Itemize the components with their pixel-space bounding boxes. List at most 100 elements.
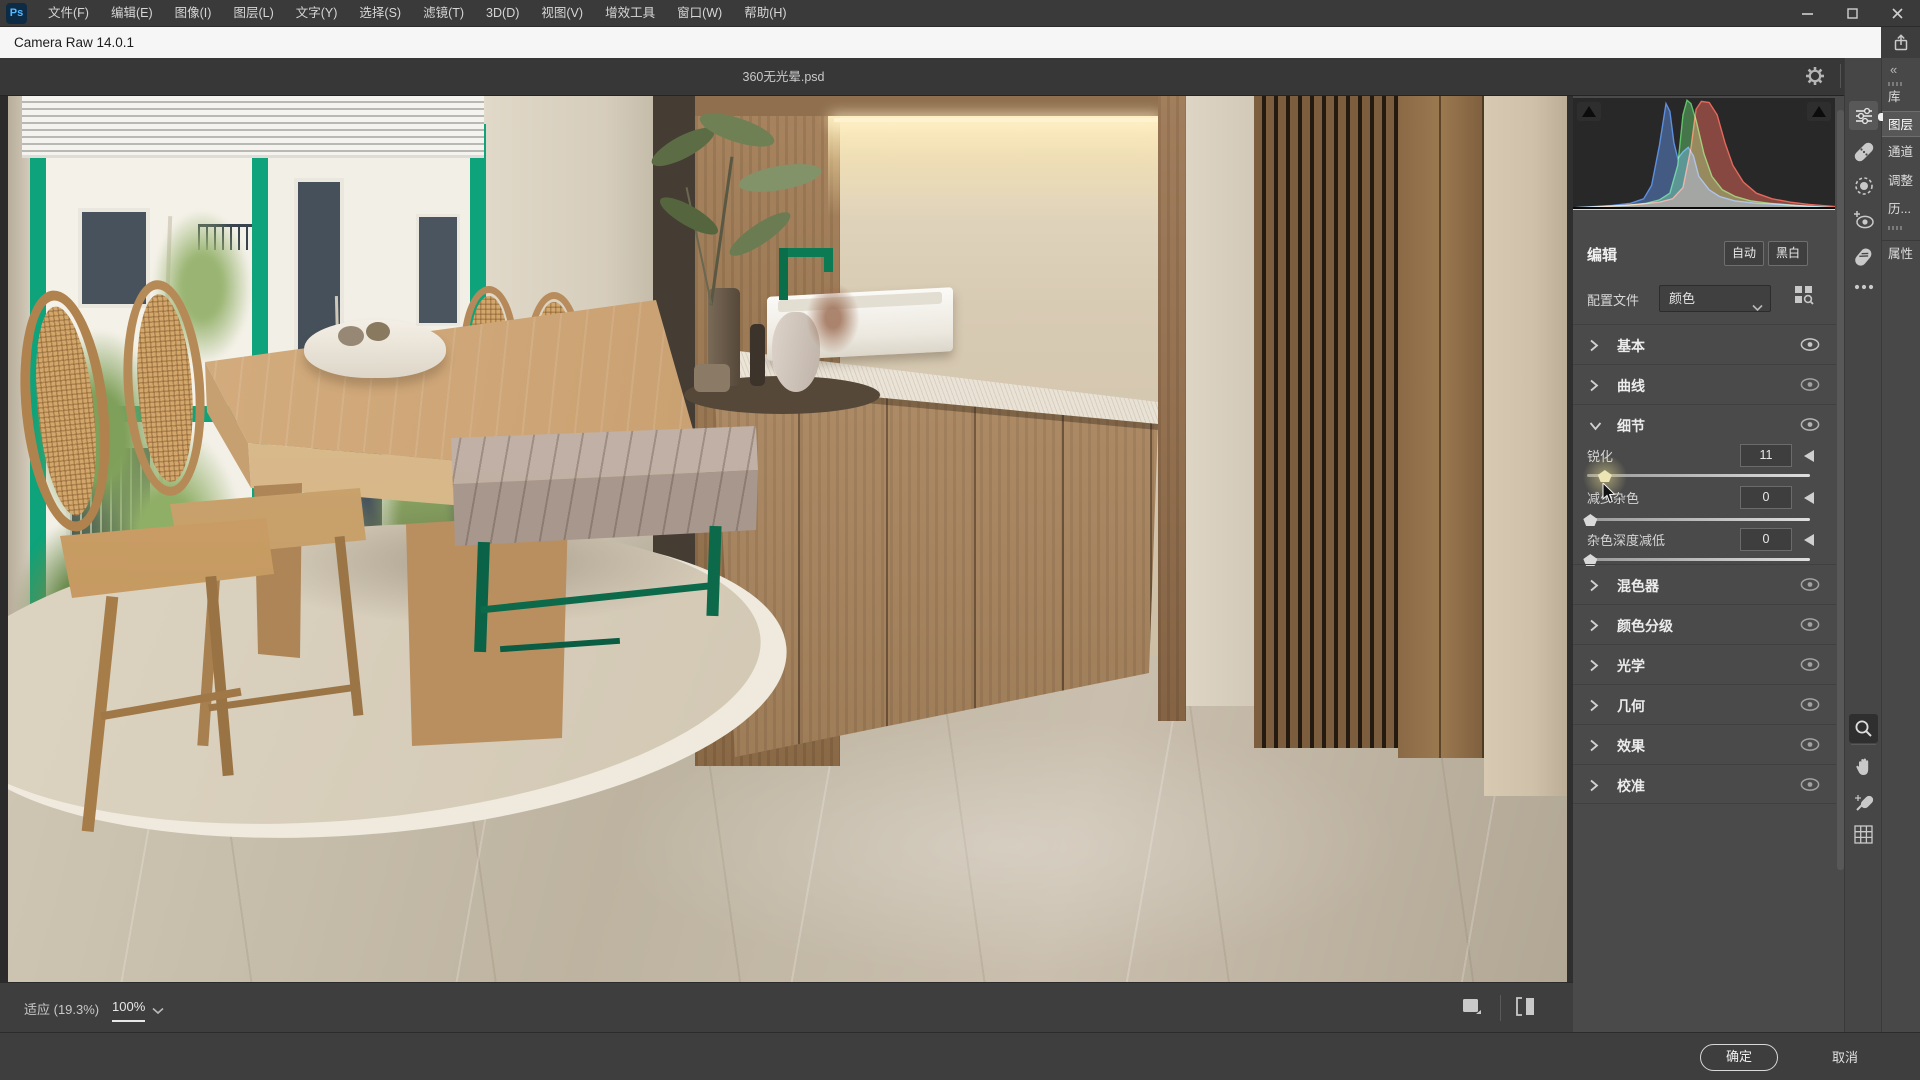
hand-tool-icon[interactable] xyxy=(1849,752,1878,781)
share-icon[interactable] xyxy=(1881,27,1920,58)
faucet-spout xyxy=(824,248,833,272)
section-optics[interactable]: 光学 xyxy=(1573,644,1836,684)
menu-file[interactable]: 文件(F) xyxy=(37,0,100,27)
section-calibration[interactable]: 校准 xyxy=(1573,764,1836,804)
svg xyxy=(1800,578,1820,591)
sharpening-value[interactable]: 11 xyxy=(1740,444,1792,467)
grid-overlay-icon[interactable] xyxy=(1849,820,1878,849)
eye-icon[interactable] xyxy=(1800,338,1820,354)
menu-help[interactable]: 帮助(H) xyxy=(733,0,797,27)
menu-view[interactable]: 视图(V) xyxy=(530,0,594,27)
circle xyxy=(1862,118,1867,123)
auto-button[interactable]: 自动 xyxy=(1724,241,1764,266)
masking-icon[interactable] xyxy=(1849,171,1878,200)
edit-header-row: 编辑 自动 黑白 xyxy=(1573,234,1836,274)
eye-icon[interactable] xyxy=(1800,698,1820,714)
path xyxy=(1517,998,1522,1015)
path xyxy=(1603,483,1615,503)
slider-handle[interactable] xyxy=(1583,514,1597,526)
light-column xyxy=(1484,96,1567,796)
ok-button[interactable]: 确定 xyxy=(1700,1044,1778,1071)
eye-icon[interactable] xyxy=(1800,778,1820,794)
menu-edit[interactable]: 编辑(E) xyxy=(100,0,164,27)
presets-icon[interactable] xyxy=(1849,242,1878,271)
panel-scrollbar[interactable] xyxy=(1837,110,1844,870)
circle xyxy=(1808,622,1813,627)
profile-browser-icon[interactable] xyxy=(1794,285,1814,308)
svg xyxy=(1892,8,1903,19)
sharpening-slider[interactable] xyxy=(1587,474,1810,477)
tab-adjustments[interactable]: 调整 xyxy=(1882,168,1920,194)
eye-icon[interactable] xyxy=(1800,418,1820,434)
eye-icon[interactable] xyxy=(1800,618,1820,634)
section-mixer[interactable]: 混色器 xyxy=(1573,564,1836,604)
circle xyxy=(1808,422,1813,427)
noise-reduction-slider[interactable] xyxy=(1587,518,1810,521)
color-noise-slider[interactable] xyxy=(1587,558,1810,561)
histogram[interactable] xyxy=(1573,98,1835,210)
menu-select[interactable]: 选择(S) xyxy=(348,0,412,27)
circle xyxy=(1861,284,1865,288)
svg xyxy=(1854,247,1874,267)
settings-gear-icon[interactable] xyxy=(1804,65,1826,90)
bw-button[interactable]: 黑白 xyxy=(1768,241,1808,266)
slider-arrow-icon[interactable] xyxy=(1804,450,1814,462)
profile-select[interactable]: 颜色 xyxy=(1659,285,1771,312)
menu-image[interactable]: 图像(I) xyxy=(164,0,223,27)
slider-arrow-icon[interactable] xyxy=(1804,534,1814,546)
menu-3d[interactable]: 3D(D) xyxy=(475,0,530,27)
zoom-tool-icon[interactable] xyxy=(1849,714,1878,743)
cancel-button[interactable]: 取消 xyxy=(1832,1047,1858,1066)
section-color-grading[interactable]: 颜色分级 xyxy=(1573,604,1836,644)
section-detail[interactable]: 细节 xyxy=(1573,404,1836,444)
section-geometry[interactable]: 几何 xyxy=(1573,684,1836,724)
eye-icon[interactable] xyxy=(1800,378,1820,394)
zoom-level[interactable]: 100% xyxy=(112,999,145,1022)
maximize-icon[interactable] xyxy=(1830,0,1875,27)
eye-icon[interactable] xyxy=(1800,738,1820,754)
preview-image[interactable] xyxy=(8,96,1567,982)
photoshop-logo: Ps xyxy=(6,3,27,24)
rect xyxy=(1855,826,1872,843)
noise-reduction-value[interactable]: 0 xyxy=(1740,486,1792,509)
fit-zoom-label[interactable]: 适应 (19.3%) xyxy=(24,999,99,1018)
red-eye-icon[interactable] xyxy=(1849,205,1878,234)
chevron-right-icon xyxy=(1589,579,1599,595)
profile-label: 配置文件 xyxy=(1587,290,1639,309)
tab-channels[interactable]: 通道 xyxy=(1882,139,1920,165)
menu-plugins[interactable]: 增效工具 xyxy=(594,0,666,27)
panel-dock: « 库 图层 通道 调整 历... 属性 xyxy=(1881,58,1920,1032)
before-after-view-icon[interactable] xyxy=(1515,996,1539,1021)
more-options-icon[interactable] xyxy=(1849,272,1878,301)
eye-icon[interactable] xyxy=(1800,658,1820,674)
menu-window[interactable]: 窗口(W) xyxy=(666,0,733,27)
tab-properties[interactable]: 属性 xyxy=(1882,240,1920,266)
section-basic[interactable]: 基本 xyxy=(1573,324,1836,364)
svg xyxy=(1461,996,1483,1018)
section-effects[interactable]: 效果 xyxy=(1573,724,1836,764)
slider-arrow-icon[interactable] xyxy=(1804,492,1814,504)
zoom-chevron-icon[interactable] xyxy=(152,1003,164,1018)
eye-icon[interactable] xyxy=(1800,578,1820,594)
menu-filter[interactable]: 滤镜(T) xyxy=(412,0,475,27)
preview-mode-icon[interactable] xyxy=(1461,996,1483,1021)
collapse-panels-icon[interactable]: « xyxy=(1890,62,1897,77)
menu-layer[interactable]: 图层(L) xyxy=(222,0,284,27)
color-noise-value[interactable]: 0 xyxy=(1740,528,1792,551)
section-curves[interactable]: 曲线 xyxy=(1573,364,1836,404)
path xyxy=(1591,781,1597,791)
slider-handle[interactable] xyxy=(1598,470,1612,482)
minimize-icon[interactable] xyxy=(1785,0,1830,27)
tab-layers[interactable]: 图层 xyxy=(1882,111,1920,137)
healing-brush-icon[interactable] xyxy=(1849,137,1878,166)
section-label: 效果 xyxy=(1617,736,1645,756)
tab-library[interactable]: 库 xyxy=(1882,84,1920,110)
white-balance-eyedropper-icon[interactable] xyxy=(1849,788,1878,817)
tab-history[interactable]: 历... xyxy=(1882,196,1920,222)
close-icon[interactable] xyxy=(1875,0,1920,27)
section-label: 光学 xyxy=(1617,656,1645,676)
path xyxy=(1856,758,1868,775)
edit-sliders-icon[interactable] xyxy=(1849,101,1878,130)
menu-type[interactable]: 文字(Y) xyxy=(285,0,349,27)
svg xyxy=(1893,34,1909,52)
